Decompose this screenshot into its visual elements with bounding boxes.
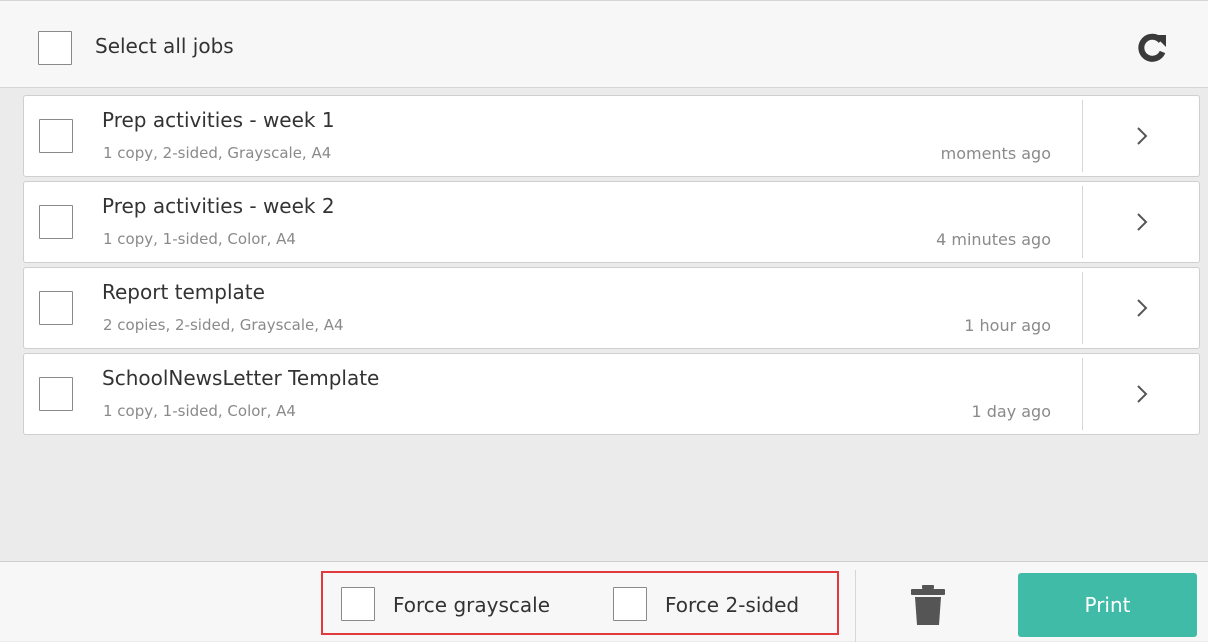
chevron-right-icon <box>1136 127 1147 145</box>
job-details: 2 copies, 2-sided, Grayscale, A4 <box>103 316 344 334</box>
header-bar: Select all jobs <box>0 0 1208 88</box>
footer-bar: Force grayscale Force 2-sided Print <box>0 561 1208 642</box>
job-checkbox[interactable] <box>39 119 73 153</box>
select-all-label: Select all jobs <box>95 34 234 58</box>
job-details-button[interactable] <box>1083 182 1200 262</box>
job-details: 1 copy, 1-sided, Color, A4 <box>103 402 296 420</box>
select-all-checkbox[interactable] <box>38 31 72 65</box>
job-details-button[interactable] <box>1083 268 1200 348</box>
job-time: moments ago <box>940 144 1051 163</box>
job-title: Report template <box>102 280 265 304</box>
chevron-right-icon <box>1136 213 1147 231</box>
job-checkbox[interactable] <box>39 377 73 411</box>
job-details: 1 copy, 1-sided, Color, A4 <box>103 230 296 248</box>
job-checkbox[interactable] <box>39 291 73 325</box>
force-grayscale-label: Force grayscale <box>393 593 551 617</box>
force-options-group: Force grayscale Force 2-sided <box>321 571 839 635</box>
job-details: 1 copy, 2-sided, Grayscale, A4 <box>103 144 332 162</box>
job-row[interactable]: Prep activities - week 1 1 copy, 2-sided… <box>23 95 1200 177</box>
job-title: Prep activities - week 1 <box>102 108 335 132</box>
print-button[interactable]: Print <box>1018 573 1197 637</box>
job-checkbox[interactable] <box>39 205 73 239</box>
job-time: 1 hour ago <box>964 316 1051 335</box>
job-title: SchoolNewsLetter Template <box>102 366 380 390</box>
chevron-right-icon <box>1136 385 1147 403</box>
job-time: 1 day ago <box>971 402 1051 421</box>
trash-icon[interactable] <box>908 583 948 627</box>
job-details-button[interactable] <box>1083 96 1200 176</box>
footer-divider <box>855 570 856 642</box>
job-details-button[interactable] <box>1083 354 1200 434</box>
force-2sided-label: Force 2-sided <box>665 593 800 617</box>
force-grayscale-checkbox[interactable] <box>341 587 375 621</box>
job-row[interactable]: Prep activities - week 2 1 copy, 1-sided… <box>23 181 1200 263</box>
job-list: Prep activities - week 1 1 copy, 2-sided… <box>23 95 1200 439</box>
job-row[interactable]: Report template 2 copies, 2-sided, Grays… <box>23 267 1200 349</box>
job-row[interactable]: SchoolNewsLetter Template 1 copy, 1-side… <box>23 353 1200 435</box>
job-title: Prep activities - week 2 <box>102 194 335 218</box>
refresh-icon[interactable] <box>1135 31 1169 65</box>
chevron-right-icon <box>1136 299 1147 317</box>
force-2sided-checkbox[interactable] <box>613 587 647 621</box>
job-time: 4 minutes ago <box>936 230 1051 249</box>
